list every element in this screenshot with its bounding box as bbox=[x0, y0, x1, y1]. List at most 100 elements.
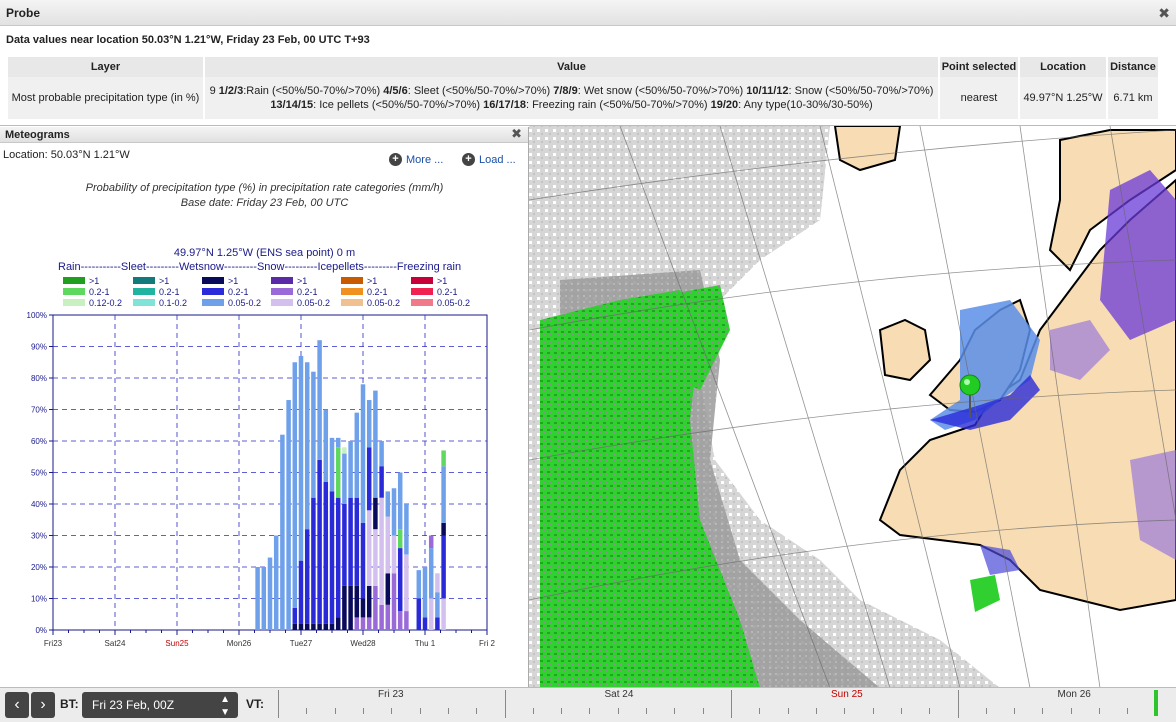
legend-group: >1 0.2-1 0.05-0.2 bbox=[201, 275, 271, 308]
chevron-left-icon: ‹ bbox=[14, 696, 20, 713]
bar-segment bbox=[435, 592, 440, 618]
timeline-tick bbox=[787, 708, 789, 714]
timeline-tick bbox=[561, 708, 563, 714]
bar-segment bbox=[304, 623, 310, 630]
legend-label: 0.2-1 bbox=[89, 286, 110, 297]
bar-segment bbox=[348, 497, 353, 586]
bar-segment bbox=[298, 623, 304, 630]
bar-segment bbox=[317, 459, 322, 624]
bar-segment bbox=[397, 472, 403, 530]
bar-segment bbox=[298, 355, 304, 561]
legend-swatch bbox=[410, 287, 434, 296]
timeline-tick bbox=[1042, 708, 1044, 714]
bar-segment bbox=[311, 623, 316, 630]
timeline-tick bbox=[589, 708, 591, 714]
bar-segment bbox=[280, 434, 285, 630]
timeline-tick bbox=[872, 708, 874, 714]
bar-segment bbox=[323, 481, 329, 624]
cell-point-selected: nearest bbox=[940, 77, 1018, 119]
load-label: Load ... bbox=[479, 153, 516, 166]
bar-segment bbox=[348, 585, 353, 630]
valid-time-marker[interactable] bbox=[1154, 690, 1158, 716]
load-button[interactable]: + Load ... bbox=[462, 153, 516, 166]
bar-segment bbox=[373, 529, 378, 586]
x-tick-label: Sat24 bbox=[105, 639, 126, 647]
x-tick-label: Fri23 bbox=[44, 639, 63, 647]
y-tick-label: 70% bbox=[31, 406, 47, 415]
bar-segment bbox=[441, 522, 446, 536]
timeline-tick bbox=[447, 708, 449, 714]
meteogram-close-icon[interactable]: ✖ bbox=[511, 126, 522, 142]
bar-segment bbox=[428, 535, 434, 549]
y-tick-label: 50% bbox=[31, 469, 47, 478]
legend-swatch bbox=[340, 298, 364, 307]
legend-swatch bbox=[340, 276, 364, 285]
more-label: More ... bbox=[406, 153, 444, 166]
legend-swatch bbox=[62, 298, 86, 307]
bar-segment bbox=[360, 522, 366, 599]
legend-item: >1 bbox=[270, 275, 340, 286]
timeline-tick bbox=[985, 708, 987, 714]
legend-item: 0.2-1 bbox=[270, 286, 340, 297]
bar-segment bbox=[298, 560, 304, 624]
timeline-tick bbox=[334, 708, 336, 714]
bar-segment bbox=[385, 516, 391, 574]
probe-subtitle: Data values near location 50.03°N 1.21°W… bbox=[6, 34, 370, 46]
bar-segment bbox=[366, 400, 372, 448]
bar-segment bbox=[342, 447, 347, 454]
probe-table: Layer Value Point selected Location Dist… bbox=[6, 57, 1160, 119]
col-layer: Layer bbox=[8, 57, 203, 77]
legend-swatch bbox=[201, 298, 225, 307]
bar-segment bbox=[286, 400, 291, 630]
bar-segment bbox=[335, 437, 341, 448]
bar-segment bbox=[441, 598, 446, 630]
col-location: Location bbox=[1020, 57, 1106, 77]
y-tick-label: 90% bbox=[31, 343, 47, 352]
bar-segment bbox=[379, 466, 384, 498]
y-tick-label: 100% bbox=[27, 311, 47, 320]
timeline-tick bbox=[900, 708, 902, 714]
legend-label: 0.2-1 bbox=[228, 286, 249, 297]
legend-label: 0.2-1 bbox=[297, 286, 318, 297]
base-time-select[interactable]: Fri 23 Feb, 00Z ▲ ▼ bbox=[82, 692, 238, 718]
meteogram-title: Meteograms bbox=[5, 129, 70, 141]
legend-swatch bbox=[340, 287, 364, 296]
legend-label: 0.2-1 bbox=[437, 286, 458, 297]
bar-segment bbox=[329, 437, 335, 492]
timeline-tick bbox=[674, 708, 676, 714]
bar-segment bbox=[422, 617, 428, 630]
bar-segment bbox=[335, 497, 341, 618]
probe-close-icon[interactable]: ✖ bbox=[1158, 0, 1170, 26]
updown-icon: ▲ ▼ bbox=[220, 694, 230, 718]
more-button[interactable]: + More ... bbox=[389, 153, 443, 166]
timeline-tick bbox=[1099, 708, 1101, 714]
next-button[interactable]: › bbox=[31, 692, 55, 718]
prev-button[interactable]: ‹ bbox=[5, 692, 29, 718]
legend-item: 0.2-1 bbox=[340, 286, 410, 297]
bar-segment bbox=[311, 371, 316, 498]
legend-label: 0.2-1 bbox=[159, 286, 180, 297]
base-time-value: Fri 23 Feb, 00Z bbox=[92, 698, 175, 712]
legend-label: 0.1-0.2 bbox=[159, 297, 188, 308]
bar-segment bbox=[354, 497, 360, 586]
legend-swatch bbox=[270, 276, 294, 285]
bar-segment bbox=[292, 623, 298, 630]
probe-panel: Probe ✖ Data values near location 50.03°… bbox=[0, 0, 1176, 126]
bar-segment bbox=[366, 617, 372, 630]
legend-label: >1 bbox=[159, 275, 170, 286]
timeline-tick bbox=[1127, 708, 1129, 714]
chevron-right-icon: › bbox=[40, 696, 46, 713]
bar-segment bbox=[441, 466, 446, 523]
bar-segment bbox=[261, 567, 267, 630]
legend-label: >1 bbox=[367, 275, 378, 286]
x-tick-label: Tue27 bbox=[290, 639, 313, 647]
bar-segment bbox=[385, 604, 391, 630]
legend-label: 0.05-0.2 bbox=[367, 297, 401, 308]
bar-segment bbox=[435, 617, 440, 630]
bar-segment bbox=[317, 340, 322, 460]
legend-item: 0.2-1 bbox=[410, 286, 480, 297]
timeline-tick bbox=[476, 708, 478, 714]
legend-item: 0.2-1 bbox=[201, 286, 271, 297]
legend-swatch bbox=[62, 287, 86, 296]
legend-swatch bbox=[270, 298, 294, 307]
